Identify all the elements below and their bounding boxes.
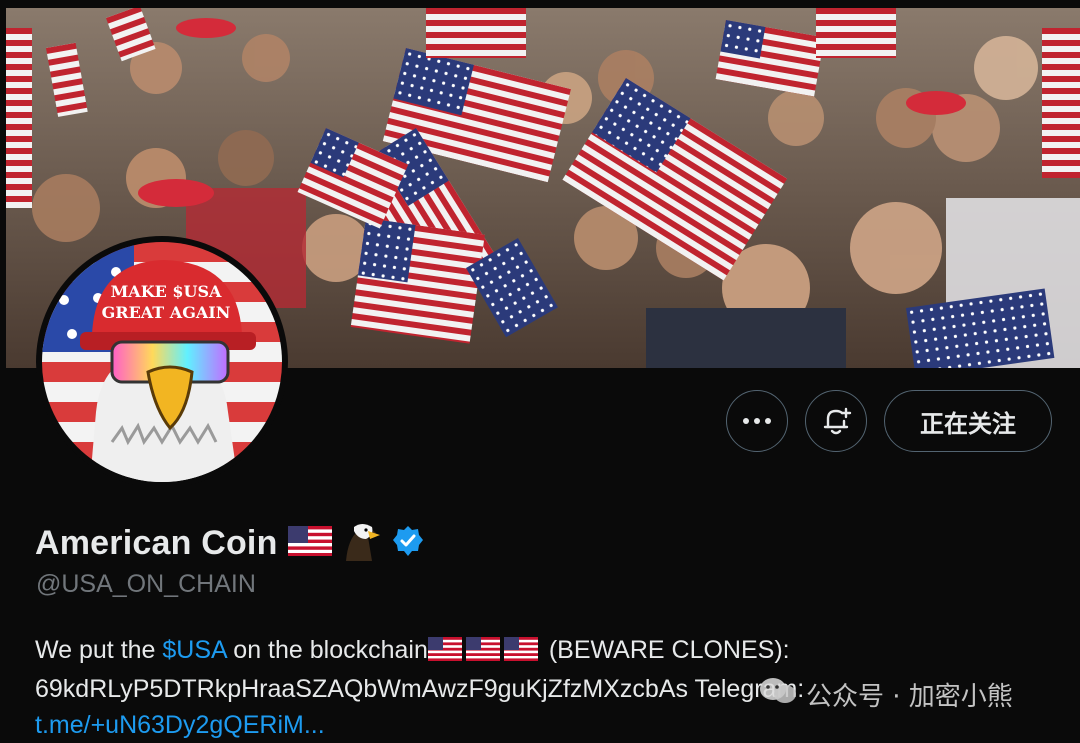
- verified-badge-icon: [392, 525, 424, 562]
- ticker-link[interactable]: $USA: [162, 636, 226, 664]
- watermark-text: 公众号 · 加密小熊: [806, 682, 1013, 712]
- display-name: American Coin: [35, 523, 278, 562]
- us-flag-icon: [287, 525, 332, 561]
- avatar[interactable]: MAKE $USA GREAT AGAIN: [42, 242, 282, 482]
- hat-text-line2: GREAT AGAIN: [102, 303, 231, 322]
- us-flag-icon: [465, 635, 500, 671]
- hat-text-line1: MAKE $USA: [111, 282, 222, 301]
- watermark: 公众号 · 加密小熊: [758, 676, 1013, 713]
- notifications-button[interactable]: [805, 390, 867, 452]
- us-flag-icon: [427, 635, 462, 671]
- display-name-row: American Coin: [35, 518, 424, 568]
- eagle-icon: [342, 521, 382, 566]
- user-handle: @USA_ON_CHAIN: [36, 570, 256, 598]
- telegram-link[interactable]: t.me/+uN63Dy2gQERiM...: [35, 711, 325, 739]
- bio-prefix: We put the: [35, 636, 163, 664]
- bio-line-1: We put the $USA on the blockchain (BEWAR…: [35, 632, 1075, 671]
- bio-middle: on the blockchain: [226, 636, 428, 664]
- ellipsis-icon: [743, 418, 771, 424]
- following-button[interactable]: 正在关注: [884, 390, 1052, 452]
- bio-suffix: (BEWARE CLONES):: [541, 636, 790, 664]
- bell-plus-icon: [823, 407, 852, 435]
- window-top-edge: [0, 0, 1080, 8]
- more-options-button[interactable]: [726, 390, 788, 452]
- us-flag-icon: [503, 635, 538, 671]
- wechat-icon: [758, 676, 798, 713]
